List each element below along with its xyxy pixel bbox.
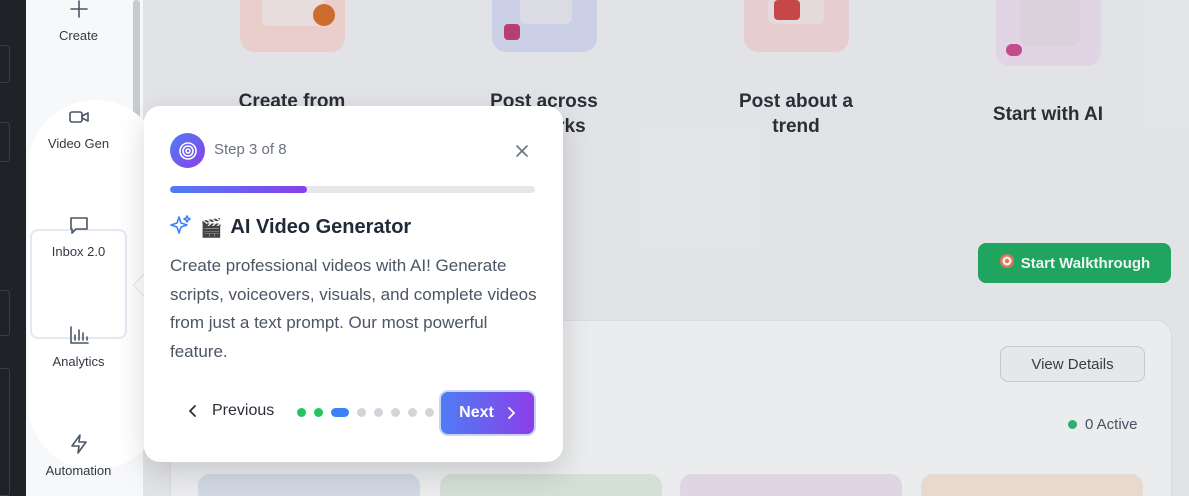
tour-title-row: 🎬 AI Video Generator: [170, 214, 411, 241]
previous-label: Previous: [212, 402, 275, 419]
target-icon: [999, 253, 1015, 273]
tour-progress-bar: [170, 186, 535, 193]
card-title-trend: Post about a trend: [738, 91, 853, 137]
card-title-ai: Start with AI: [992, 104, 1104, 125]
start-walkthrough-button[interactable]: Start Walkthrough: [978, 243, 1171, 283]
close-button[interactable]: [512, 141, 532, 161]
tour-title: AI Video Generator: [230, 216, 412, 238]
sparkle-icon: [170, 214, 192, 241]
mini-card[interactable]: [440, 474, 662, 496]
mini-card[interactable]: [198, 474, 420, 496]
active-count-label: 0 Active: [1085, 416, 1138, 433]
mini-card[interactable]: [921, 474, 1143, 496]
chevron-right-icon: [507, 407, 515, 419]
rail-marker: [0, 122, 10, 162]
sidebar-item-label: Analytics: [52, 354, 105, 369]
card-illustration-create: [240, 0, 345, 52]
sidebar-item-label: Video Gen: [47, 136, 110, 151]
sidebar-item-create[interactable]: Create: [26, 0, 131, 43]
step-dot-completed[interactable]: [314, 408, 323, 417]
message-icon: [68, 214, 90, 236]
step-dot-pending[interactable]: [357, 408, 366, 417]
card-illustration-trend: [744, 0, 849, 52]
plus-icon: [68, 0, 90, 20]
step-dot-pending[interactable]: [374, 408, 383, 417]
previous-button[interactable]: Previous: [188, 402, 274, 420]
view-details-button[interactable]: View Details: [1000, 346, 1145, 382]
bar-chart-icon: [68, 324, 90, 346]
sidebar-item-label: Automation: [45, 463, 112, 478]
video-icon: [68, 106, 90, 128]
clapperboard-icon: 🎬: [200, 217, 223, 238]
tour-description: Create professional videos with AI! Gene…: [170, 256, 537, 361]
sidebar-item-video-gen[interactable]: Video Gen: [26, 106, 131, 151]
step-dot-completed[interactable]: [297, 408, 306, 417]
active-dot: [1068, 420, 1077, 429]
close-icon: [516, 145, 528, 157]
next-label: Next: [459, 404, 494, 421]
sidebar-item-label: Inbox 2.0: [51, 244, 106, 259]
rail-marker: [0, 368, 10, 496]
sidebar-item-inbox[interactable]: Inbox 2.0: [26, 214, 131, 259]
card-illustration-ai: [996, 0, 1101, 66]
sidebar-item-label: Create: [58, 28, 99, 43]
card-illustration-post-networks: [492, 0, 597, 52]
app-rail: [0, 0, 26, 496]
tour-popover: Step 3 of 8 🎬 AI Video Generator Create …: [144, 106, 563, 462]
mini-card[interactable]: [680, 474, 902, 496]
chevron-left-icon: [189, 405, 196, 417]
lightning-icon: [68, 433, 90, 455]
step-dot-pending[interactable]: [391, 408, 400, 417]
start-walkthrough-label: Start Walkthrough: [1020, 254, 1151, 272]
sidebar-item-automation[interactable]: Automation: [26, 433, 131, 478]
active-status-badge: 0 Active: [1068, 416, 1138, 433]
next-button[interactable]: Next: [439, 390, 536, 436]
step-dot-pending[interactable]: [425, 408, 434, 417]
sidebar-item-analytics[interactable]: Analytics: [26, 324, 131, 369]
rail-marker: [0, 290, 10, 336]
step-indicator: Step 3 of 8: [214, 141, 287, 158]
tour-progress-fill: [170, 186, 307, 193]
step-dot-current[interactable]: [331, 408, 349, 417]
step-dot-pending[interactable]: [408, 408, 417, 417]
target-icon: [170, 133, 205, 168]
rail-marker: [0, 45, 10, 83]
step-dots: [297, 408, 434, 417]
